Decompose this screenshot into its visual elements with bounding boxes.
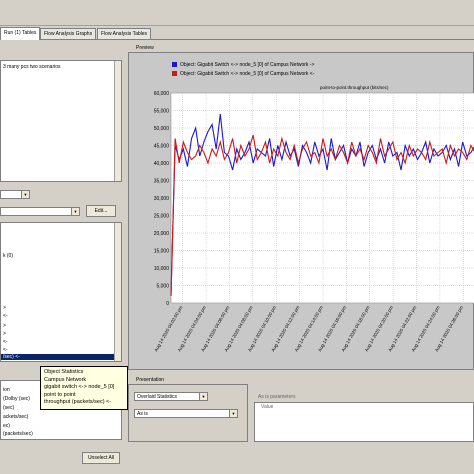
- as-is-combo[interactable]: As is ▼: [134, 409, 238, 418]
- chevron-down-icon: ▼: [71, 208, 79, 215]
- tooltip-line: throughput (packets/sec) <-: [44, 399, 112, 406]
- statistic-combo[interactable]: ▼: [0, 190, 30, 199]
- edit-button[interactable]: Edit...: [86, 205, 116, 217]
- y-tick-label: 55,000: [154, 108, 170, 114]
- chevron-down-icon: ▼: [21, 191, 29, 198]
- tree-item[interactable]: >: [3, 323, 6, 329]
- y-tick-label: 60,000: [154, 91, 170, 97]
- y-tick-label: 20,000: [154, 231, 170, 237]
- legend-label: Object: Gigabit Switch <-> node_5 [0] of…: [180, 62, 315, 68]
- legend-label: Object: Gigabit Switch <-> node_5 [0] of…: [180, 71, 315, 77]
- legend-swatch: [172, 71, 177, 77]
- y-tick-label: 5,000: [156, 283, 169, 289]
- tree-item[interactable]: <-: [3, 339, 8, 345]
- list-item[interactable]: ec): [3, 423, 10, 429]
- tree-item[interactable]: <-: [3, 313, 8, 319]
- tree-item[interactable]: >: [3, 305, 6, 311]
- tree-item[interactable]: >: [3, 331, 6, 337]
- chevron-down-icon: ▼: [199, 393, 207, 400]
- tooltip-line: point to point: [44, 391, 76, 398]
- presentation-mode-value: Overlaid Statistics: [137, 394, 178, 400]
- scenario-text: 3 many pcs two scenarios: [3, 64, 61, 70]
- presentation-label: Presentation: [136, 377, 165, 383]
- y-tick-label: 25,000: [154, 213, 170, 219]
- tree-item-selected[interactable]: /sec) <-: [1, 354, 115, 360]
- as-is-parameters-table: Value: [254, 402, 474, 442]
- object-tree: k (0) > <- > > <- <- /sec) <-: [0, 222, 122, 362]
- chevron-down-icon: ▼: [229, 410, 237, 417]
- y-tick-label: 35,000: [154, 178, 170, 184]
- chart-title: point-to-point.throughput (bits/sec): [320, 85, 389, 90]
- tooltip-line: gigabit switch <-> node_5 [0]: [44, 384, 115, 391]
- y-tick-label: 30,000: [154, 196, 170, 202]
- y-tick-label: 40,000: [154, 161, 170, 167]
- tab-flow-analysis-graphs[interactable]: Flow Analysis Graphs: [40, 28, 97, 39]
- tooltip-line: Object Statistics: [44, 369, 84, 375]
- list-item[interactable]: (packets/sec): [3, 431, 33, 437]
- preview-panel: 0 5,000 10,000 15,000 20,000 25,000 30,000 35,0…: [128, 52, 474, 370]
- tab-flow-analysis-tables[interactable]: Flow Analysis Tables: [97, 28, 152, 39]
- y-tick-label: 10,000: [154, 266, 170, 272]
- x-tick-label: Aug 14 2020 04:26:00 pm: [434, 305, 464, 353]
- value-column-header[interactable]: Value: [261, 404, 273, 410]
- tree-scrollbar[interactable]: [114, 223, 121, 361]
- top-toolbar: [0, 0, 474, 26]
- legend-entry-blue: Object: Gigabit Switch <-> node_5 [0] of…: [172, 62, 314, 68]
- y-tick-label: 0: [166, 301, 169, 307]
- filter-combo[interactable]: ▼: [0, 207, 80, 216]
- list-item[interactable]: (Dolby (sec): [3, 396, 30, 402]
- tree-item[interactable]: k (0): [3, 253, 13, 259]
- as-is-parameters-label: As is parameters: [258, 394, 296, 400]
- list-item[interactable]: ackets/sec): [3, 414, 28, 420]
- list-item[interactable]: ion: [3, 387, 10, 393]
- list-item[interactable]: (sec): [3, 405, 14, 411]
- legend-swatch: [172, 62, 177, 68]
- presentation-mode-combo[interactable]: Overlaid Statistics ▼: [134, 392, 208, 401]
- scenario-panel: 3 many pcs two scenarios: [0, 60, 122, 182]
- as-is-value: As is: [137, 411, 148, 417]
- tooltip-line: Campus Network: [44, 376, 87, 383]
- tab-run-tables[interactable]: Run (1) Tables: [0, 27, 41, 40]
- tree-item[interactable]: <-: [3, 347, 8, 353]
- unselect-all-button[interactable]: Unselect All: [82, 452, 120, 464]
- y-tick-label: 45,000: [154, 143, 170, 149]
- legend-entry-red: Object: Gigabit Switch <-> node_5 [0] of…: [172, 71, 314, 77]
- throughput-chart: 0 5,000 10,000 15,000 20,000 25,000 30,000 35,0…: [153, 91, 474, 353]
- y-tick-label: 50,000: [154, 126, 170, 132]
- object-tooltip: Object Statistics Campus Network gigabit…: [40, 366, 128, 410]
- y-tick-label: 15,000: [154, 248, 170, 254]
- scenario-scrollbar[interactable]: [114, 61, 121, 181]
- plot-area: [170, 92, 474, 304]
- tab-bar: Run (1) Tables Flow Analysis Graphs Flow…: [0, 26, 474, 40]
- preview-label: Preview: [136, 45, 154, 51]
